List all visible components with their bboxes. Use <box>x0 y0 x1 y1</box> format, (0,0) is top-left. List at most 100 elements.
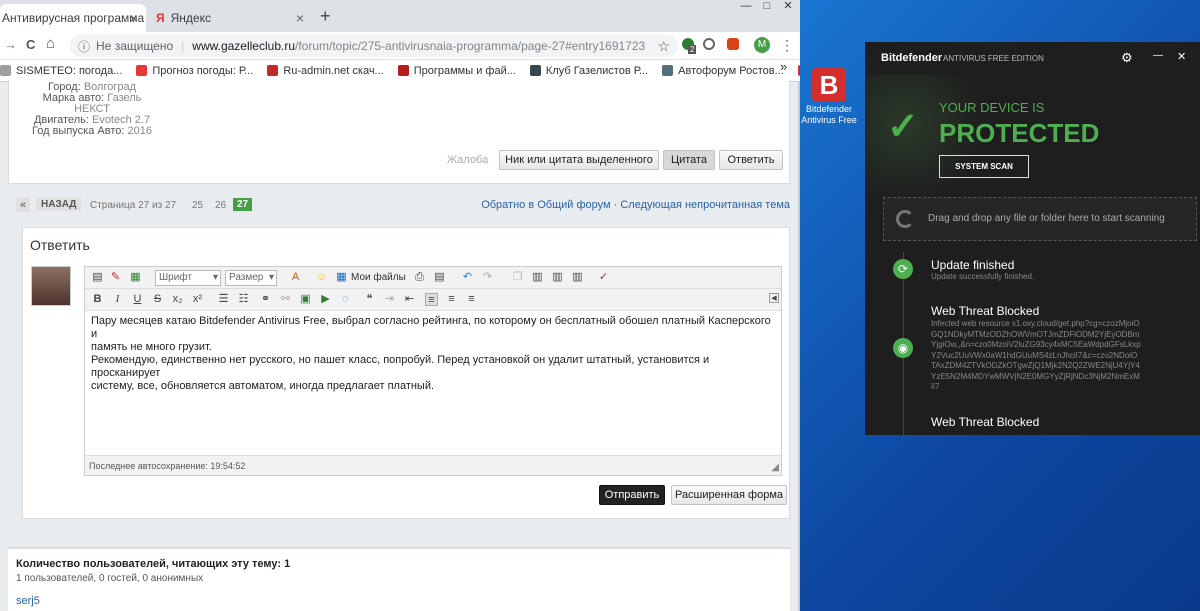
url-field[interactable]: ⓘ Не защищено | www.gazelleclub.ru/forum… <box>70 35 678 57</box>
bullet-list-icon[interactable]: ☰ <box>217 293 230 306</box>
quote-selected-button[interactable]: Ник или цитата выделенного <box>499 150 659 170</box>
bookmark-favicon-icon <box>0 65 11 76</box>
insecure-label: Не защищено <box>96 39 174 53</box>
quote-button[interactable]: Цитата <box>663 150 715 170</box>
bookmark-item[interactable]: Ru-admin.net скач... <box>267 65 384 77</box>
back-button[interactable]: НАЗАД <box>36 198 82 211</box>
quote-icon[interactable]: ❝ <box>363 293 376 306</box>
profile-avatar[interactable]: M <box>754 37 770 53</box>
bookmark-favicon-icon <box>267 65 279 76</box>
gear-icon[interactable]: ⚙ <box>1121 50 1133 66</box>
star-icon[interactable]: ☆ <box>657 38 670 55</box>
page-info: Страница 27 из 27 <box>90 200 177 211</box>
indent-icon[interactable]: ⇥ <box>383 293 396 306</box>
subscript-icon[interactable]: x₂ <box>171 293 184 306</box>
my-files-button[interactable]: Мои файлы <box>351 272 406 283</box>
home-icon[interactable]: ⌂ <box>46 35 55 52</box>
shield-extension-icon[interactable] <box>727 38 739 50</box>
print-icon[interactable]: ⎙ <box>413 271 426 284</box>
undo-icon[interactable]: ↶ <box>461 271 474 284</box>
close-tab-icon[interactable]: × <box>296 10 304 26</box>
bd-titlebar: Bitdefender ANTIVIRUS FREE EDITION ⚙ — ✕ <box>865 42 1200 74</box>
forum-nav-links[interactable]: Обратно в Общий форум · Следующая непроч… <box>481 199 790 211</box>
new-tab-button[interactable]: + <box>320 6 331 27</box>
bookmark-favicon-icon <box>136 65 148 76</box>
scan-target-icon <box>896 210 914 228</box>
bookmark-item[interactable]: Город Ростов-на-Д... <box>797 65 800 77</box>
update-icon: ⟳ <box>893 259 913 279</box>
system-scan-button[interactable]: SYSTEM SCAN <box>939 155 1029 178</box>
superscript-icon[interactable]: x² <box>191 293 204 306</box>
editor: ▤ ✎ ▦ Шрифт ▾ Размер ▾ A ☺ ▦ Мои файлы ⎙ ▤… <box>84 266 782 476</box>
align-center-icon[interactable]: ≡ <box>445 293 458 306</box>
bold-icon[interactable]: B <box>91 293 104 306</box>
files-icon[interactable]: ▦ <box>335 271 348 284</box>
bookmark-item[interactable]: Клуб Газелистов Р... <box>529 65 648 77</box>
complaint-link[interactable]: Жалоба <box>447 154 488 166</box>
bookmark-item[interactable]: SISMETEO: погода... <box>0 65 122 77</box>
paste-icon[interactable]: ▥ <box>531 271 544 284</box>
numbered-list-icon[interactable]: ☷ <box>237 293 250 306</box>
size-select[interactable]: Размер ▾ <box>225 270 277 286</box>
source-icon[interactable]: ▤ <box>91 271 104 284</box>
image-icon[interactable]: ▣ <box>299 293 312 306</box>
drop-zone[interactable]: Drag and drop any file or folder here to… <box>883 197 1197 241</box>
eraser-icon[interactable]: ✎ <box>109 271 122 284</box>
globe-icon[interactable] <box>703 38 715 50</box>
close-window-button[interactable]: ✕ <box>776 0 800 14</box>
redo-icon[interactable]: ↷ <box>481 271 494 284</box>
bookmark-favicon-icon <box>397 65 409 76</box>
bookmark-item[interactable]: Автофорум Ростов... <box>662 65 784 77</box>
viewers-title: Количество пользователей, читающих эту т… <box>16 558 291 570</box>
close-icon[interactable]: ✕ <box>1177 50 1186 63</box>
prev-arrow[interactable]: « <box>16 198 31 212</box>
page-link[interactable]: 25 <box>192 200 203 211</box>
bookmarks-bar: SISMETEO: погода... Прогноз погоды: Р... R… <box>0 60 800 82</box>
spellcheck-icon[interactable]: ✓ <box>597 271 610 284</box>
bitdefender-desktop-icon[interactable]: B <box>812 68 846 102</box>
pager: « НАЗАД Страница 27 из 27 25 26 27 Обрат… <box>16 198 790 216</box>
copy-icon[interactable]: ❐ <box>511 271 524 284</box>
status-line1: YOUR DEVICE IS <box>939 100 1045 115</box>
collapse-toolbar-icon[interactable]: ◀ <box>769 293 779 303</box>
resize-handle[interactable]: ◢ <box>771 462 779 473</box>
template-icon[interactable]: ▦ <box>129 271 142 284</box>
advanced-form-button[interactable]: Расширенная форма <box>671 485 787 505</box>
align-right-icon[interactable]: ≡ <box>465 293 478 306</box>
reply-button[interactable]: Ответить <box>719 150 783 170</box>
strike-icon[interactable]: S <box>151 293 164 306</box>
menu-icon[interactable]: ⋮ <box>780 37 794 54</box>
paste-word-icon[interactable]: ▥ <box>571 271 584 284</box>
underline-icon[interactable]: U <box>131 293 144 306</box>
bookmark-item[interactable]: Программы и фай... <box>397 65 516 77</box>
unlink-icon[interactable]: ⚯ <box>279 293 292 306</box>
status-line2: PROTECTED <box>939 118 1100 148</box>
bookmark-item[interactable]: Прогноз погоды: Р... <box>136 65 253 77</box>
tab-bar: Антивирусная программа - Стр× ЯЯндекс× +… <box>0 0 800 32</box>
minimize-icon[interactable]: — <box>1153 50 1163 61</box>
video-icon[interactable]: ▶ <box>319 293 332 306</box>
emoji-icon[interactable]: ☺ <box>315 271 328 284</box>
font-select[interactable]: Шрифт ▾ <box>155 270 221 286</box>
message-textarea[interactable]: Пару месяцев катаю Bitdefender Antivirus… <box>85 311 781 435</box>
forward-icon[interactable]: → <box>4 37 17 52</box>
scrollbar[interactable] <box>798 82 800 611</box>
tab-yandex[interactable]: Я Яндекс × <box>148 4 312 32</box>
close-tab-icon[interactable]: × <box>130 10 138 26</box>
bookmarks-more[interactable]: » <box>780 59 787 74</box>
tab-forum[interactable]: Антивирусная программа - Стр× <box>0 4 146 32</box>
outdent-icon[interactable]: ⇤ <box>403 293 416 306</box>
table-icon[interactable]: ▤ <box>433 271 446 284</box>
link-icon[interactable]: ⚭ <box>259 293 272 306</box>
url-path: /forum/topic/275-antivirusnaia-programma… <box>295 39 646 53</box>
italic-icon[interactable]: I <box>111 293 124 306</box>
post-box: Город: Волгоград Марка авто: Газель НЕКС… <box>8 80 790 184</box>
align-left-icon[interactable]: ≡ <box>425 293 438 306</box>
send-button[interactable]: Отправить <box>599 485 665 505</box>
reload-icon[interactable]: C <box>26 37 35 52</box>
paste-text-icon[interactable]: ▥ <box>551 271 564 284</box>
comment-icon[interactable]: ◌ <box>339 293 352 306</box>
page-link[interactable]: 26 <box>215 200 226 211</box>
text-color-icon[interactable]: A <box>289 271 302 284</box>
viewer-user-link[interactable]: serj5 <box>16 595 40 607</box>
